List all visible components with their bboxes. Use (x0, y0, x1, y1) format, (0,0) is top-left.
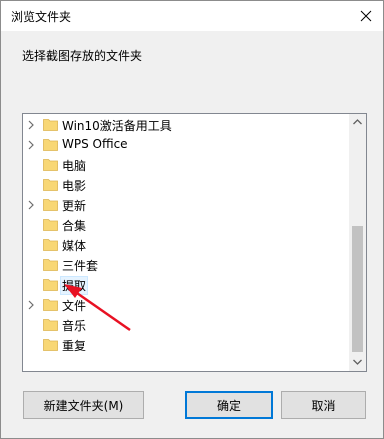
tree-item[interactable]: 媒体 (23, 235, 348, 255)
tree-item-label: 文件 (62, 299, 87, 313)
tree-item-label: 音乐 (62, 319, 87, 333)
folder-icon (43, 219, 58, 231)
tree-item[interactable]: 音乐 (23, 315, 348, 335)
folder-icon (43, 339, 58, 351)
tree-item-label: Win10激活备用工具 (62, 119, 172, 133)
chevron-right-icon[interactable] (25, 119, 37, 131)
folder-icon (43, 299, 58, 311)
tree-item[interactable]: 更新 (23, 195, 348, 215)
vertical-scrollbar[interactable] (349, 114, 366, 371)
ok-button[interactable]: 确定 (185, 391, 273, 419)
tree-item[interactable]: 三件套 (23, 255, 348, 275)
dialog-prompt: 选择截图存放的文件夹 (22, 49, 143, 63)
chevron-right-icon[interactable] (25, 299, 37, 311)
chevron-right-icon[interactable] (25, 139, 37, 151)
folder-icon (43, 259, 58, 271)
tree-item[interactable]: 文件 (23, 295, 348, 315)
folder-icon (43, 239, 58, 251)
tree-item[interactable]: WPS Office (23, 135, 348, 155)
folder-icon (43, 159, 58, 171)
tree-item-label: 更新 (62, 199, 87, 213)
folder-tree[interactable]: Win10激活备用工具 WPS Office 电脑电影更新合集媒体三件套提取文件音乐… (22, 113, 367, 372)
cancel-button[interactable]: 取消 (281, 391, 366, 419)
new-folder-button[interactable]: 新建文件夹(M) (23, 391, 144, 419)
scroll-up-button[interactable] (349, 114, 366, 131)
folder-icon (43, 179, 58, 191)
scroll-thumb[interactable] (352, 226, 363, 352)
folder-icon (43, 199, 58, 211)
chevron-down-icon (353, 359, 362, 365)
chevron-up-icon (353, 119, 362, 125)
close-icon (360, 10, 372, 22)
title-bar: 浏览文件夹 (1, 1, 383, 31)
tree-item[interactable]: 合集 (23, 215, 348, 235)
folder-icon (43, 319, 58, 331)
folder-icon (43, 279, 58, 291)
close-button[interactable] (349, 1, 383, 31)
browse-folder-dialog: 浏览文件夹 选择截图存放的文件夹 Win10激活备用工具 WPS Office 电脑… (0, 0, 384, 439)
tree-item-label: 三件套 (62, 259, 99, 273)
tree-item-label: 合集 (62, 219, 87, 233)
tree-item[interactable]: 电影 (23, 175, 348, 195)
tree-item-label: 电影 (62, 179, 87, 193)
tree-item[interactable]: 重复 (23, 335, 348, 355)
tree-item[interactable]: Win10激活备用工具 (23, 115, 348, 135)
folder-icon (43, 119, 58, 131)
tree-item-label: 重复 (62, 339, 87, 353)
chevron-right-icon[interactable] (25, 199, 37, 211)
tree-item-label: 媒体 (62, 239, 87, 253)
tree-item-label: WPS Office (62, 137, 128, 151)
tree-item-label: 提取 (60, 276, 89, 295)
tree-item-label: 电脑 (62, 159, 87, 173)
tree-item[interactable]: 电脑 (23, 155, 348, 175)
folder-icon (43, 139, 58, 151)
dialog-title: 浏览文件夹 (11, 10, 72, 24)
tree-item[interactable]: 提取 (23, 275, 348, 295)
scroll-down-button[interactable] (349, 354, 366, 371)
